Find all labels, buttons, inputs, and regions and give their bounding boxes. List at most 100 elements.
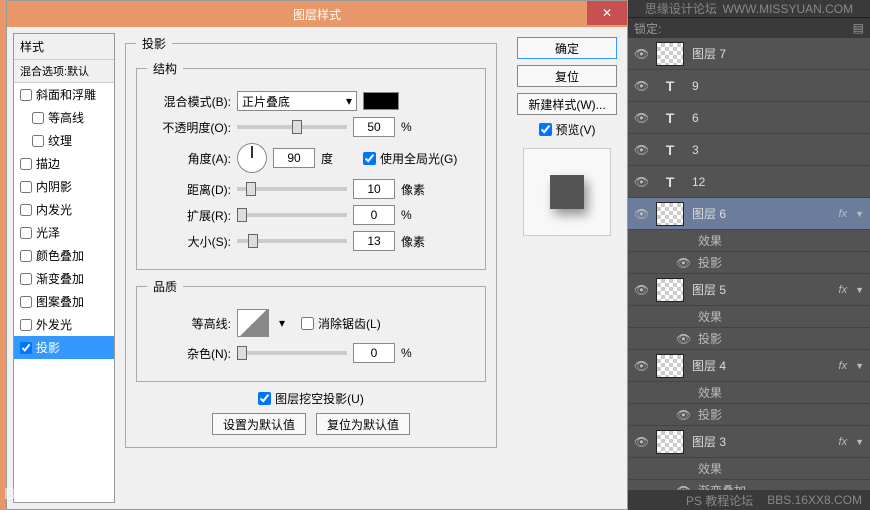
fx-badge: fx [839,208,848,220]
color-swatch[interactable] [363,92,399,110]
style-checkbox[interactable] [20,319,32,331]
chevron-down-icon[interactable]: ▼ [855,361,864,371]
style-item[interactable]: 内发光 [14,198,114,221]
menu-icon[interactable]: ▤ [853,21,864,35]
layer-name: 图层 3 [692,433,831,450]
layer-row[interactable]: 👁T6 [628,102,870,134]
layer-row[interactable]: 👁T12 [628,166,870,198]
layer-effect-row[interactable]: 效果 [628,230,870,252]
visibility-icon[interactable]: 👁 [634,111,648,125]
style-item[interactable]: 等高线 [14,106,114,129]
contour-picker[interactable] [237,309,269,337]
preview-box [523,148,611,236]
layer-row[interactable]: 👁T9 [628,70,870,102]
style-list-sub[interactable]: 混合选项:默认 [14,60,114,83]
angle-unit: 度 [321,150,357,167]
visibility-icon[interactable]: 👁 [634,283,648,297]
style-label: 渐变叠加 [36,270,84,287]
noise-input[interactable] [353,343,395,363]
text-layer-icon: T [656,106,684,130]
style-list-header[interactable]: 样式 [14,34,114,60]
layer-name: 图层 5 [692,281,831,298]
style-item[interactable]: 投影 [14,336,114,359]
preview-checkbox[interactable]: 预览(V) [517,121,617,138]
layer-row[interactable]: 👁 图层 6 fx ▼ [628,198,870,230]
spread-input[interactable] [353,205,395,225]
chevron-down-icon[interactable]: ▼ [855,437,864,447]
layer-row[interactable]: 👁图层 7 [628,38,870,70]
layer-row[interactable]: 👁图层 5fx▼ [628,274,870,306]
ok-button[interactable]: 确定 [517,37,617,59]
style-item[interactable]: 渐变叠加 [14,267,114,290]
dialog-titlebar[interactable]: 图层样式 ✕ [7,1,627,27]
layer-effect-row[interactable]: 👁投影 [628,252,870,274]
style-item[interactable]: 图案叠加 [14,290,114,313]
style-checkbox[interactable] [32,112,44,124]
style-item[interactable]: 斜面和浮雕 [14,83,114,106]
angle-input[interactable] [273,148,315,168]
style-checkbox[interactable] [20,89,32,101]
distance-input[interactable] [353,179,395,199]
style-item[interactable]: 纹理 [14,129,114,152]
style-label: 内发光 [36,201,72,218]
spread-slider[interactable] [237,213,347,217]
opacity-slider[interactable] [237,125,347,129]
visibility-icon[interactable]: 👁 [634,143,648,157]
layer-name: 图层 6 [692,205,831,222]
layer-effect-row[interactable]: 效果 [628,382,870,404]
visibility-icon[interactable]: 👁 [634,47,648,61]
style-item[interactable]: 内阴影 [14,175,114,198]
angle-dial[interactable] [237,143,267,173]
layer-effect-row[interactable]: 效果 [628,458,870,480]
style-checkbox[interactable] [20,227,32,239]
style-checkbox[interactable] [20,181,32,193]
layer-effect-row[interactable]: 👁投影 [628,404,870,426]
layer-row[interactable]: 👁T3 [628,134,870,166]
chevron-down-icon[interactable]: ▼ [855,209,864,219]
style-item[interactable]: 描边 [14,152,114,175]
style-checkbox[interactable] [20,342,32,354]
reset-default-button[interactable]: 复位为默认值 [316,413,410,435]
visibility-icon[interactable]: 👁 [634,79,648,93]
layer-row[interactable]: 👁图层 3fx▼ [628,426,870,458]
knockout-checkbox[interactable]: 图层挖空投影(U) [258,390,364,407]
style-checkbox[interactable] [32,135,44,147]
spread-label: 扩展(R): [147,207,231,224]
style-checkbox[interactable] [20,250,32,262]
style-checkbox[interactable] [20,158,32,170]
blend-mode-select[interactable]: 正片叠底▾ [237,91,357,111]
style-item[interactable]: 光泽 [14,221,114,244]
text-layer-icon: T [656,138,684,162]
visibility-icon[interactable]: 👁 [634,207,648,221]
visibility-icon[interactable]: 👁 [634,175,648,189]
visibility-icon[interactable]: 👁 [676,408,690,422]
visibility-icon[interactable]: 👁 [634,435,648,449]
style-label: 投影 [36,339,60,356]
layer-effect-row[interactable]: 👁投影 [628,328,870,350]
size-input[interactable] [353,231,395,251]
style-item[interactable]: 颜色叠加 [14,244,114,267]
opacity-input[interactable] [353,117,395,137]
distance-slider[interactable] [237,187,347,191]
new-style-button[interactable]: 新建样式(W)... [517,93,617,115]
style-checkbox[interactable] [20,296,32,308]
style-item[interactable]: 外发光 [14,313,114,336]
close-button[interactable]: ✕ [587,1,627,25]
layer-effect-row[interactable]: 效果 [628,306,870,328]
set-default-button[interactable]: 设置为默认值 [212,413,306,435]
style-checkbox[interactable] [20,273,32,285]
noise-slider[interactable] [237,351,347,355]
visibility-icon[interactable]: 👁 [634,359,648,373]
visibility-icon[interactable]: 👁 [676,332,690,346]
cancel-button[interactable]: 复位 [517,65,617,87]
size-label: 大小(S): [147,233,231,250]
global-light-checkbox[interactable]: 使用全局光(G) [363,150,457,167]
style-label: 描边 [36,155,60,172]
chevron-down-icon[interactable]: ▾ [279,316,285,330]
layer-row[interactable]: 👁图层 4fx▼ [628,350,870,382]
visibility-icon[interactable]: 👁 [676,256,690,270]
antialiased-checkbox[interactable]: 消除锯齿(L) [301,315,381,332]
size-slider[interactable] [237,239,347,243]
chevron-down-icon[interactable]: ▼ [855,285,864,295]
style-checkbox[interactable] [20,204,32,216]
